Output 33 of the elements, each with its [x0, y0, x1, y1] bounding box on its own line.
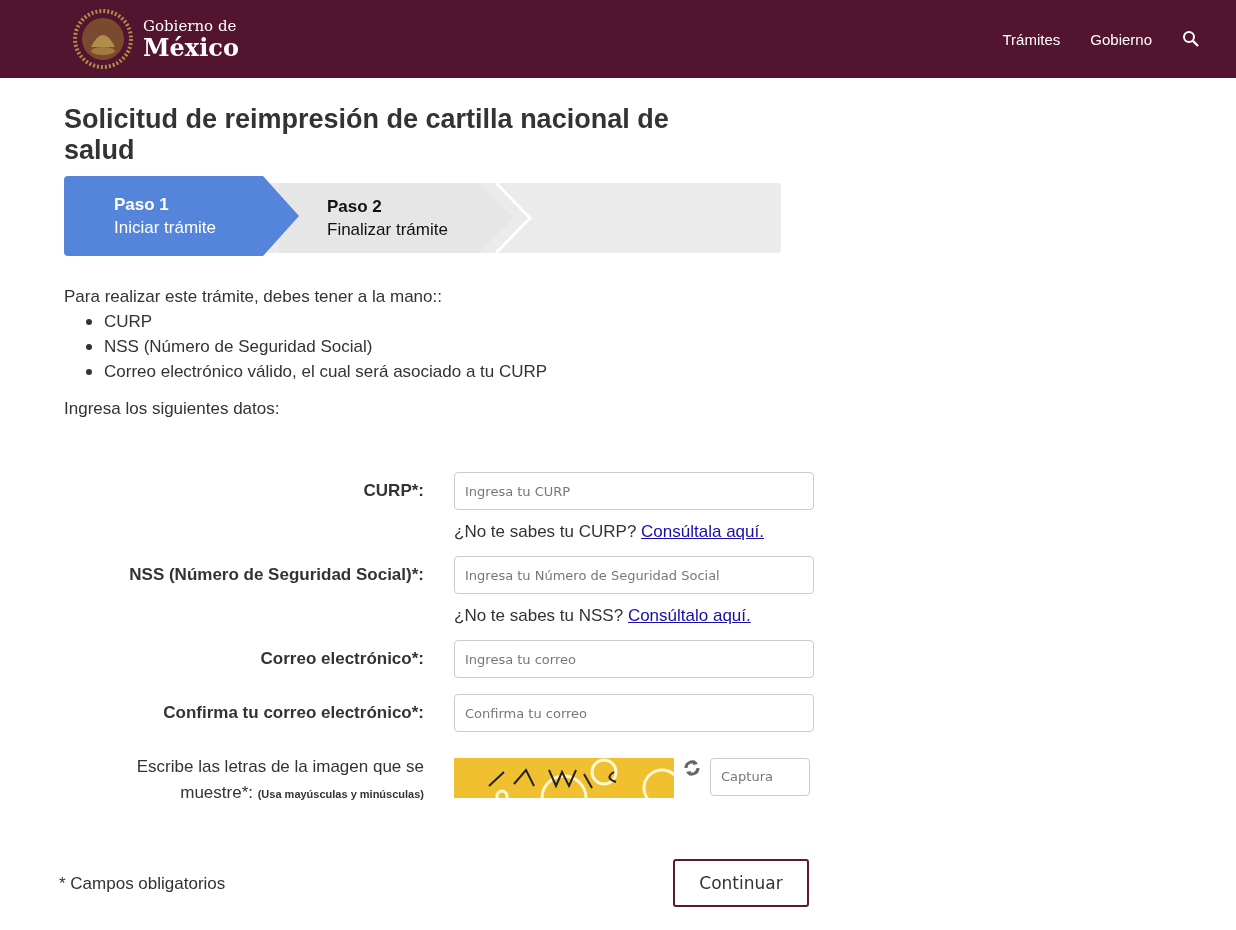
field-label: Escribe las letras de la imagen que se muestre*: (Usa mayúsculas y minúsculas): [135, 756, 424, 804]
intro-text: Para realizar este trámite, debes tener a la mano::: [64, 286, 443, 308]
list-item: CURP: [104, 312, 153, 331]
bullet-icon: [86, 369, 92, 375]
nav-link[interactable]: Trámites: [1002, 30, 1061, 48]
bullet-icon: [86, 344, 92, 350]
field-label: NSS (Número de Seguridad Social)*:: [129, 565, 424, 584]
list-item: Correo electrónico válido, el cual será asociado a tu CURP: [104, 362, 548, 381]
list-item: NSS (Número de Seguridad Social): [104, 337, 373, 356]
field-label: Correo electrónico*:: [260, 649, 424, 668]
bullet-icon: [86, 319, 92, 325]
input-field[interactable]: Captura: [710, 757, 810, 796]
emblem-icon: [73, 9, 133, 69]
field-label: CURP*:: [363, 481, 424, 500]
search-icon[interactable]: [1182, 30, 1200, 48]
brand-title: México: [143, 34, 239, 61]
input-field[interactable]: Confirma tu correo: [454, 694, 814, 732]
refresh-icon[interactable]: [682, 757, 702, 778]
help-text: ¿No te sabes tu NSS? Consúltalo aquí.: [454, 606, 752, 626]
input-field[interactable]: Ingresa tu Número de Seguridad Social: [454, 556, 814, 594]
required-note: * Campos obligatorios: [59, 872, 226, 895]
nav-link[interactable]: Gobierno: [1090, 30, 1152, 48]
instruction-text: Ingresa los siguientes datos:: [64, 398, 281, 420]
continue-button[interactable]: Continuar: [673, 859, 809, 907]
chevron-icon: [494, 183, 534, 253]
help-link[interactable]: Consúltala aquí.: [641, 522, 764, 541]
field-label: Confirma tu correo electrónico*:: [163, 703, 424, 722]
page-title: Solicitud de reimpresión de cartilla nacional de salud: [64, 104, 670, 166]
brand-text: Gobierno de: [143, 17, 238, 35]
input-field[interactable]: Ingresa tu correo: [454, 640, 814, 678]
input-field[interactable]: Ingresa tu CURP: [454, 472, 814, 510]
help-link[interactable]: Consúltalo aquí.: [627, 606, 751, 625]
help-text: ¿No te sabes tu CURP? Consúltala aquí.: [454, 522, 765, 542]
